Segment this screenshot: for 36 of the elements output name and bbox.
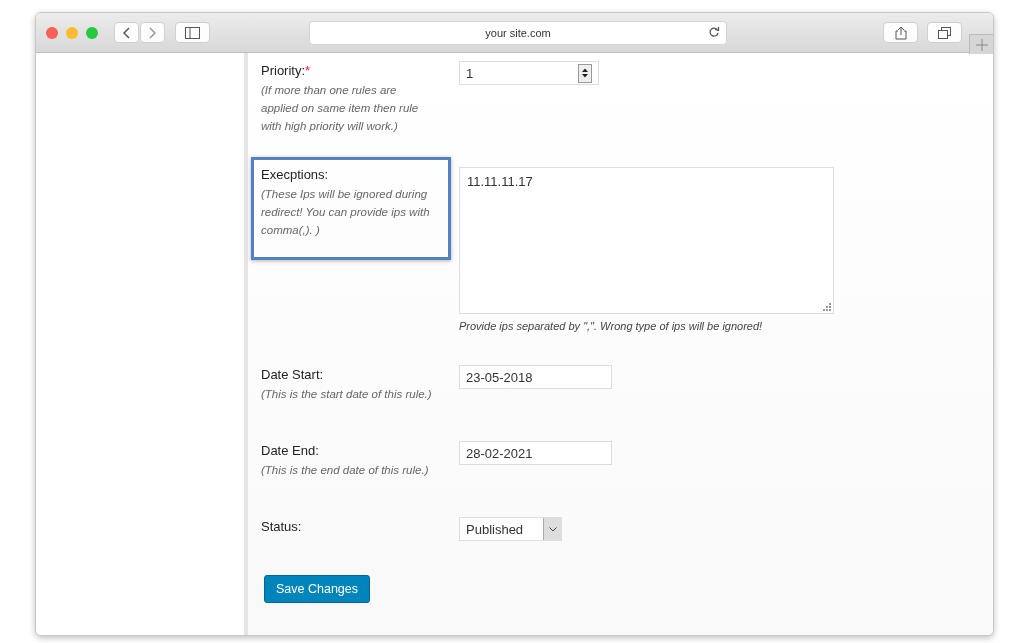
sidebar-icon	[185, 26, 200, 39]
field-hint: (If more than one rules are applied on same item then rule with high priority will work.)	[261, 83, 420, 134]
field-label: Priority:*	[261, 63, 312, 78]
chevron-right-icon	[149, 26, 156, 39]
share-button[interactable]	[883, 22, 918, 43]
close-icon[interactable]	[46, 26, 58, 39]
spinner-icon[interactable]	[578, 63, 592, 83]
plus-icon	[975, 38, 988, 51]
field-label: Status:	[261, 519, 303, 534]
address-bar[interactable]: your site.com	[309, 20, 727, 45]
share-icon	[894, 25, 907, 40]
date-input-field[interactable]: 23-05-2018	[459, 365, 612, 389]
forward-button[interactable]	[140, 22, 165, 43]
chevron-left-icon	[123, 26, 130, 39]
status-dropdown[interactable]: Published	[459, 517, 562, 541]
priority-number-field[interactable]: 1	[459, 61, 599, 85]
new-tab-button[interactable]	[969, 34, 993, 54]
sidebar-button[interactable]	[175, 22, 210, 43]
field-hint: (This is the end date of this rule.)	[261, 463, 430, 478]
field-hint: (This is the start date of this rule.)	[261, 387, 433, 402]
tabs-button[interactable]	[927, 22, 962, 43]
field-label: Execptions:	[261, 167, 330, 182]
field-label: Date Start:	[261, 367, 325, 382]
caret-icon[interactable]	[543, 518, 561, 540]
field-label: Date End:	[261, 443, 320, 458]
minimize-icon[interactable]	[66, 26, 78, 39]
back-button[interactable]	[114, 22, 139, 43]
reload-icon[interactable]	[708, 25, 720, 38]
tabs-icon	[938, 26, 951, 39]
help-text: Provide ips separated by ",". Wrong type of ips will be ignored!	[459, 320, 764, 332]
resize-grip-icon[interactable]	[823, 303, 831, 311]
exceptions-textarea[interactable]: 11.11.11.17	[459, 167, 834, 314]
date-input-field[interactable]: 28-02-2021	[459, 441, 612, 465]
save-changes-button[interactable]: Save Changes	[264, 575, 370, 603]
field-hint: (These Ips will be ignored during redirect! You can provide ips with comma(,). )	[261, 187, 431, 238]
maximize-icon[interactable]	[86, 26, 98, 39]
